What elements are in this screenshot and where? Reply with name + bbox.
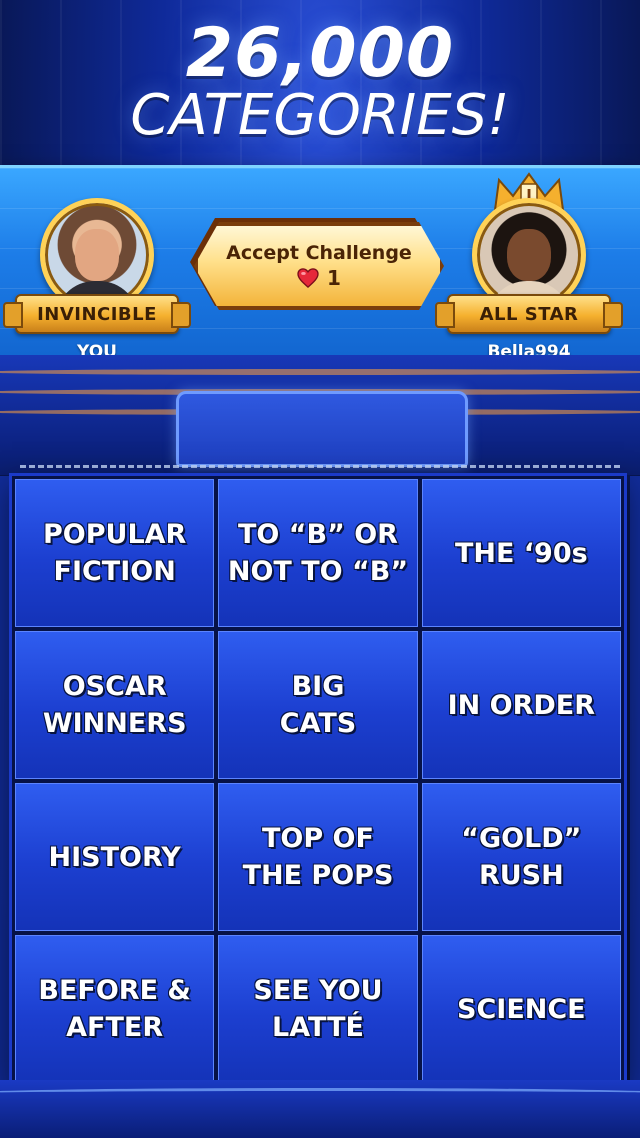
heart-icon [297, 268, 319, 288]
category-tile[interactable]: “GOLD” RUSH [421, 783, 621, 931]
category-tile[interactable]: OSCAR WINNERS [15, 631, 215, 779]
accept-label: Accept Challenge [226, 242, 412, 264]
category-tile[interactable]: POPULAR FICTION [15, 479, 215, 627]
headline-number: 26,000 [185, 14, 455, 93]
rank-badge-opponent: ALL STAR [435, 294, 623, 334]
accept-challenge-button[interactable]: Accept Challenge 1 [194, 222, 444, 310]
divider [20, 465, 620, 468]
category-tile[interactable]: BEFORE & AFTER [15, 935, 215, 1083]
podium-screen [176, 391, 468, 467]
category-tile[interactable]: THE ‘90s [421, 479, 621, 627]
player-opponent: J ALL STAR Bella994 [435, 172, 623, 362]
category-tile[interactable]: HISTORY [15, 783, 215, 931]
category-tile[interactable]: SEE YOU LATTÉ [218, 935, 418, 1083]
category-board: POPULAR FICTION TO “B” OR NOT TO “B” THE… [12, 476, 624, 1086]
category-tile[interactable]: TOP OF THE POPS [218, 783, 418, 931]
stage-floor [0, 1080, 640, 1138]
headline-text: CATEGORIES! [130, 83, 510, 148]
category-tile[interactable]: BIG CATS [218, 631, 418, 779]
category-tile[interactable]: TO “B” OR NOT TO “B” [218, 479, 418, 627]
stage-podium [0, 355, 640, 475]
side-panel-right [630, 476, 640, 1086]
rank-badge-you: INVINCIBLE [3, 294, 191, 334]
challenge-cost: 1 [297, 266, 341, 290]
category-tile[interactable]: SCIENCE [421, 935, 621, 1083]
category-tile[interactable]: IN ORDER [421, 631, 621, 779]
player-you: INVINCIBLE YOU [3, 198, 191, 362]
cost-value: 1 [327, 266, 341, 290]
promo-headline: 26,000 CATEGORIES! [0, 18, 640, 146]
side-panel-left [0, 476, 10, 1086]
